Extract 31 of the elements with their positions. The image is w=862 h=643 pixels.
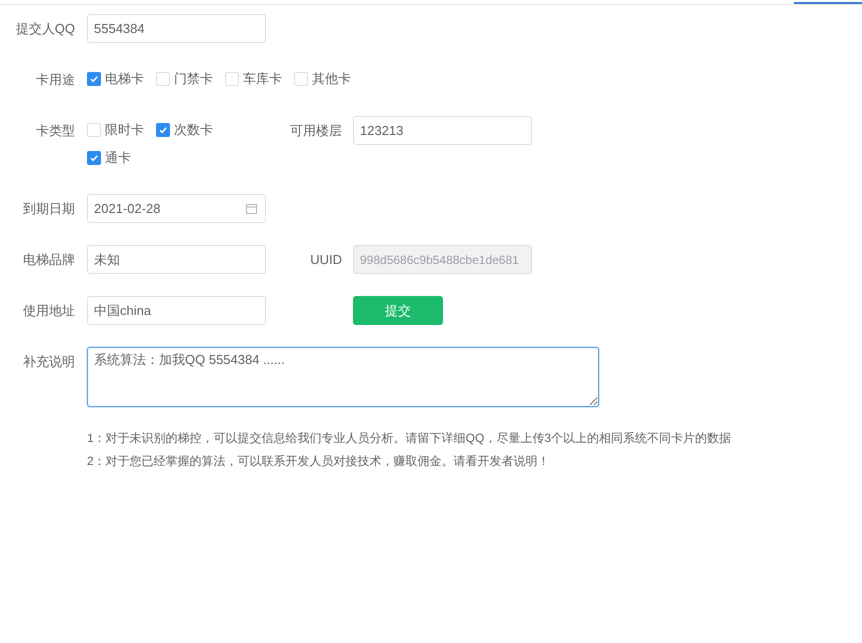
field-label: 电梯品牌	[22, 251, 75, 269]
calendar-icon	[246, 203, 257, 214]
checkbox[interactable]	[87, 151, 101, 165]
note-text: 1：对于未识别的梯控，可以提交信息给我们专业人员分析。请留下详细QQ，尽量上传3个以上的相同系统不同卡片的数据	[87, 430, 732, 447]
field-label: 提交人QQ	[14, 20, 75, 38]
field-label: 使用地址	[22, 302, 75, 320]
qq-field[interactable]: 5554384	[87, 14, 266, 43]
note-text: 2：对于您已经掌握的算法，可以联系开发人员对接技术，赚取佣金。请看开发者说明！	[87, 453, 551, 470]
check-icon	[89, 74, 99, 84]
checkbox-label[interactable]: 车库卡	[243, 70, 282, 88]
checkbox-label[interactable]: 门禁卡	[174, 70, 213, 88]
checkbox-label[interactable]: 其他卡	[312, 70, 351, 88]
floors-field[interactable]: 123213	[353, 116, 532, 145]
field-label: 卡类型	[35, 122, 75, 140]
field-label: 可用楼层	[289, 122, 342, 140]
checkbox-label[interactable]: 通卡	[105, 149, 131, 167]
remarks-field[interactable]: 系统算法：加我QQ 5554384 ......	[87, 347, 599, 407]
field-label: 到期日期	[22, 200, 75, 218]
checkbox-label[interactable]: 电梯卡	[105, 70, 144, 88]
address-field[interactable]: 中国china	[87, 296, 266, 325]
check-icon	[158, 125, 168, 135]
check-icon	[89, 153, 99, 163]
checkbox-label[interactable]: 限时卡	[105, 121, 144, 139]
checkbox-label[interactable]: 次数卡	[174, 121, 213, 139]
field-label: 卡用途	[35, 71, 75, 89]
brand-field[interactable]: 未知	[87, 245, 266, 274]
checkbox[interactable]	[87, 72, 101, 86]
field-label: 补充说明	[22, 353, 75, 371]
field-label: UUID	[309, 251, 342, 269]
date-field[interactable]: 2021-02-28	[87, 194, 266, 223]
checkbox[interactable]	[156, 123, 170, 137]
